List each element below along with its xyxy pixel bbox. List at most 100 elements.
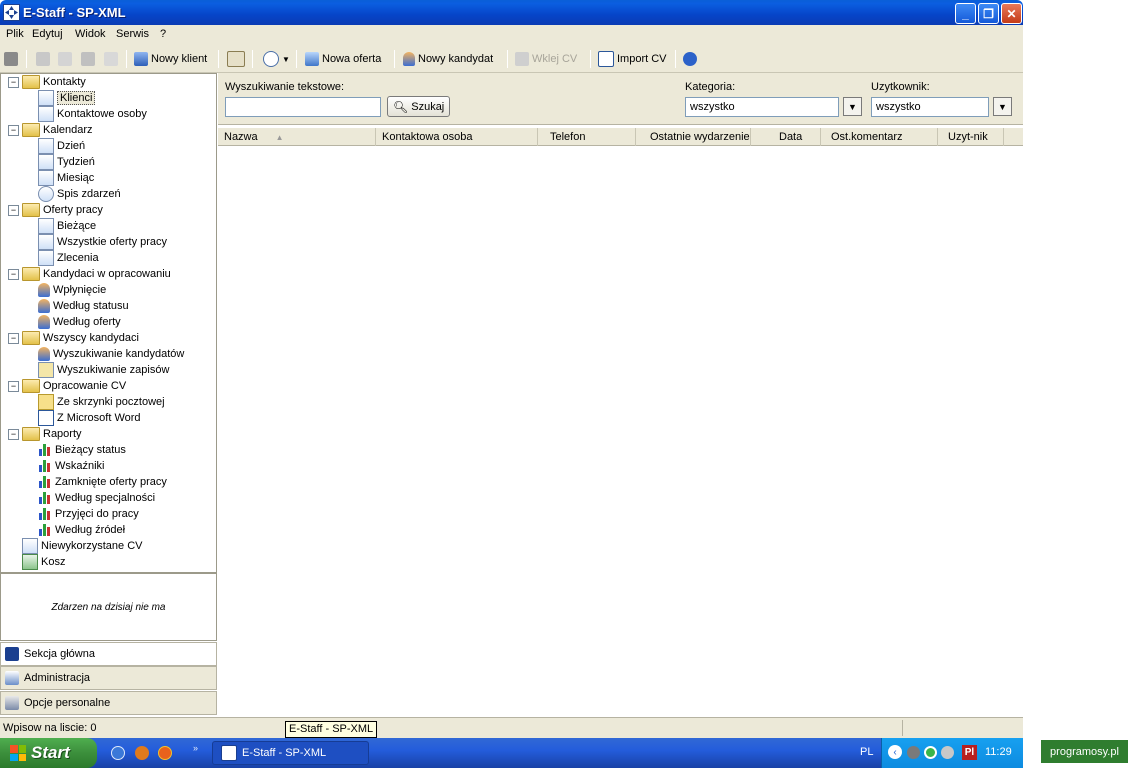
import-cv-button[interactable]: Import CV	[598, 50, 667, 68]
tray-language-badge[interactable]: Pl	[962, 745, 977, 760]
tree-node-orders[interactable]: Zlecenia	[8, 250, 184, 266]
user-select[interactable]: wszystko	[871, 97, 989, 117]
copy-button[interactable]	[58, 50, 72, 68]
help-button[interactable]	[683, 50, 697, 68]
nav-personal-options[interactable]: Opcje personalne	[0, 691, 217, 715]
quicklaunch-firefox-icon[interactable]	[158, 746, 172, 760]
menu-help[interactable]: ?	[160, 28, 166, 40]
collapse-icon[interactable]: −	[8, 428, 19, 440]
tree-node-cv-processing[interactable]: − Opracowanie CV	[8, 378, 184, 394]
tray-volume-icon[interactable]	[941, 746, 954, 759]
clock-dropdown-button[interactable]: ▼	[263, 50, 290, 68]
tree-node-closed-offers[interactable]: Zamknięte oferty pracy	[8, 474, 184, 490]
tree-node-clients[interactable]: Klienci	[8, 90, 184, 106]
tray-expand-icon[interactable]: ‹	[888, 745, 902, 759]
tray-status-icon[interactable]	[924, 746, 937, 759]
tree-node-calendar[interactable]: − Kalendarz	[8, 122, 184, 138]
tree-node-indicators[interactable]: Wskaźniki	[8, 458, 184, 474]
tree-node-all-candidates[interactable]: − Wszyscy kandydaci	[8, 330, 184, 346]
collapse-icon[interactable]: −	[8, 76, 19, 88]
bar-chart-icon	[38, 475, 52, 489]
category-select[interactable]: wszystko	[685, 97, 839, 117]
collapse-icon[interactable]: −	[8, 124, 19, 136]
tree-node-job-offers[interactable]: − Oferty pracy	[8, 202, 184, 218]
tree-node-month[interactable]: Miesiąc	[8, 170, 184, 186]
tree-node-contact-persons[interactable]: Kontaktowe osoby	[8, 106, 184, 122]
tree-node-current-status[interactable]: Bieżący status	[8, 442, 184, 458]
taskbar-item-estaff[interactable]: E-Staff - SP-XML	[212, 741, 369, 765]
tree-node-inflow[interactable]: Wpłynięcie	[8, 282, 184, 298]
offer-icon	[38, 218, 54, 234]
tree-label: Wszystkie oferty pracy	[57, 236, 168, 248]
tree-node-day[interactable]: Dzień	[8, 138, 184, 154]
tree-node-reports[interactable]: − Raporty	[8, 426, 184, 442]
chevron-down-icon: ▼	[282, 54, 290, 64]
paste-button[interactable]	[81, 50, 95, 68]
start-button[interactable]: Start	[0, 738, 97, 768]
tray-network-icon[interactable]	[907, 746, 920, 759]
tree-node-trash[interactable]: Kosz	[8, 554, 184, 570]
column-header-phone[interactable]: Telefon	[538, 128, 636, 146]
column-header-last-event[interactable]: Ostatnie wydarzenie	[636, 128, 751, 146]
search-button[interactable]: 🔍︎ Szukaj	[387, 96, 451, 117]
collapse-icon[interactable]: −	[8, 268, 19, 280]
column-header-contact-person[interactable]: Kontaktowa osoba	[376, 128, 538, 146]
collapse-icon[interactable]: −	[8, 380, 19, 392]
tray-clock[interactable]: 11:29	[985, 746, 1012, 758]
column-header-user[interactable]: Uzyt-nik	[938, 128, 1004, 146]
cut-button[interactable]	[36, 50, 50, 68]
column-header-last-comment[interactable]: Ost.komentarz	[821, 128, 938, 146]
tree-node-search-records[interactable]: Wyszukiwanie zapisów	[8, 362, 184, 378]
tree-node-by-offer[interactable]: Według oferty	[8, 314, 184, 330]
language-indicator[interactable]: PL	[860, 746, 873, 758]
clock-icon	[38, 186, 54, 202]
close-button[interactable]: ✕	[1001, 3, 1022, 24]
menu-plik[interactable]: Plik	[6, 28, 24, 40]
personal-options-icon	[5, 696, 19, 710]
tree-node-current-offers[interactable]: Bieżące	[8, 218, 184, 234]
column-header-name[interactable]: Nazwa ▲	[218, 128, 376, 146]
tree-node-by-specialty[interactable]: Według specjalności	[8, 490, 184, 506]
quicklaunch-ie-icon[interactable]	[111, 746, 125, 760]
minimize-button[interactable]: _	[955, 3, 976, 24]
card-button[interactable]	[227, 50, 245, 68]
new-offer-button[interactable]: Nowa oferta	[305, 50, 381, 68]
tree-node-week[interactable]: Tydzień	[8, 154, 184, 170]
tree-node-events-list[interactable]: Spis zdarzeń	[8, 186, 184, 202]
tree-node-all-offers[interactable]: Wszystkie oferty pracy	[8, 234, 184, 250]
undo-button[interactable]	[104, 50, 118, 68]
column-header-date[interactable]: Data	[751, 128, 821, 146]
quicklaunch-app-icon[interactable]	[135, 746, 149, 760]
tree-node-hired[interactable]: Przyjęci do pracy	[8, 506, 184, 522]
tree-node-unused-cv[interactable]: Niewykorzystane CV	[8, 538, 184, 554]
menu-serwis[interactable]: Serwis	[116, 28, 149, 40]
chevron-right-icon[interactable]: »	[193, 743, 198, 753]
paste-cv-button[interactable]: Wklej CV	[515, 50, 577, 68]
nav-administration[interactable]: Administracja	[0, 666, 217, 690]
new-candidate-button[interactable]: Nowy kandydat	[403, 50, 493, 68]
tree-label: Kalendarz	[43, 124, 93, 136]
tree-node-from-mailbox[interactable]: Ze skrzynki pocztowej	[8, 394, 184, 410]
title-bar[interactable]: E-Staff - SP-XML _ ❐ ✕	[0, 0, 1023, 25]
print-button[interactable]	[4, 50, 18, 68]
tree-node-candidates-processing[interactable]: − Kandydaci w opracowaniu	[8, 266, 184, 282]
category-dropdown-button[interactable]: ▼	[843, 97, 862, 116]
collapse-icon[interactable]: −	[8, 204, 19, 216]
text-search-input[interactable]	[225, 97, 381, 117]
tree-node-search-candidates[interactable]: Wyszukiwanie kandydatów	[8, 346, 184, 362]
tree-node-contacts[interactable]: − Kontakty	[8, 74, 184, 90]
printer-icon	[4, 52, 18, 66]
tree-node-by-status[interactable]: Według statusu	[8, 298, 184, 314]
new-client-button[interactable]: Nowy klient	[134, 50, 207, 68]
menu-widok[interactable]: Widok	[75, 28, 106, 40]
collapse-icon[interactable]: −	[8, 332, 19, 344]
restore-button[interactable]: ❐	[978, 3, 999, 24]
user-dropdown-button[interactable]: ▼	[993, 97, 1012, 116]
records-list[interactable]	[218, 146, 1023, 712]
tree-node-by-sources[interactable]: Według źródeł	[8, 522, 184, 538]
tree-label: Opracowanie CV	[43, 380, 127, 392]
nav-main-section[interactable]: Sekcja główna	[0, 642, 217, 666]
menu-edytuj[interactable]: Edytuj	[32, 28, 63, 40]
tree-node-from-word[interactable]: Z Microsoft Word	[8, 410, 184, 426]
tree-label: Wpłynięcie	[53, 284, 107, 296]
